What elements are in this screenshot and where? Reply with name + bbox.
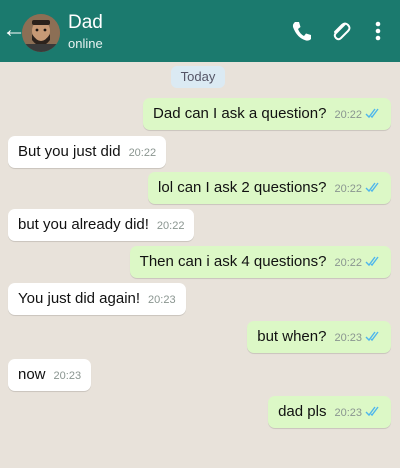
- message-text: But you just did: [18, 143, 121, 160]
- incoming-message[interactable]: but you already did! 20:22: [8, 209, 195, 241]
- message-text: lol can I ask 2 questions?: [158, 179, 327, 196]
- double-check-icon: [365, 330, 381, 342]
- incoming-message[interactable]: now 20:23: [8, 359, 92, 391]
- outgoing-message[interactable]: Then can i ask 4 questions? 20:22: [129, 246, 391, 278]
- back-arrow-icon[interactable]: ←: [2, 16, 26, 44]
- message-time: 20:23: [334, 332, 362, 344]
- chat-header: ← Dad online: [0, 0, 400, 62]
- date-divider: Today: [171, 66, 225, 88]
- phone-icon[interactable]: [289, 18, 313, 44]
- paperclip-icon[interactable]: [328, 18, 352, 44]
- message-text: You just did again!: [18, 290, 141, 307]
- double-check-icon: [365, 181, 381, 193]
- incoming-message[interactable]: But you just did 20:22: [8, 136, 167, 168]
- message-text: now: [18, 366, 46, 383]
- contact-status: online: [68, 36, 103, 51]
- more-vert-icon[interactable]: [368, 18, 388, 44]
- message-text: but you already did!: [18, 216, 149, 233]
- message-text: dad pls: [278, 403, 327, 420]
- message-text: but when?: [257, 328, 327, 345]
- outgoing-message[interactable]: Dad can I ask a question? 20:22: [143, 98, 391, 130]
- message-text: Then can i ask 4 questions?: [139, 253, 327, 270]
- message-time: 20:22: [128, 147, 157, 159]
- outgoing-message[interactable]: dad pls 20:23: [268, 396, 391, 428]
- avatar[interactable]: [22, 14, 60, 52]
- incoming-message[interactable]: You just did again! 20:23: [8, 283, 186, 315]
- message-time: 20:23: [53, 370, 82, 382]
- double-check-icon: [365, 255, 381, 267]
- message-time: 20:22: [334, 109, 362, 121]
- message-time: 20:22: [334, 257, 362, 269]
- message-time: 20:22: [334, 183, 362, 195]
- double-check-icon: [365, 107, 381, 119]
- outgoing-message[interactable]: lol can I ask 2 questions? 20:22: [148, 172, 391, 204]
- contact-name[interactable]: Dad: [68, 12, 103, 34]
- message-text: Dad can I ask a question?: [153, 105, 327, 122]
- message-time: 20:22: [156, 220, 185, 232]
- message-time: 20:23: [148, 294, 176, 306]
- outgoing-message[interactable]: but when? 20:23: [247, 321, 391, 353]
- message-time: 20:23: [334, 407, 362, 419]
- double-check-icon: [365, 405, 381, 417]
